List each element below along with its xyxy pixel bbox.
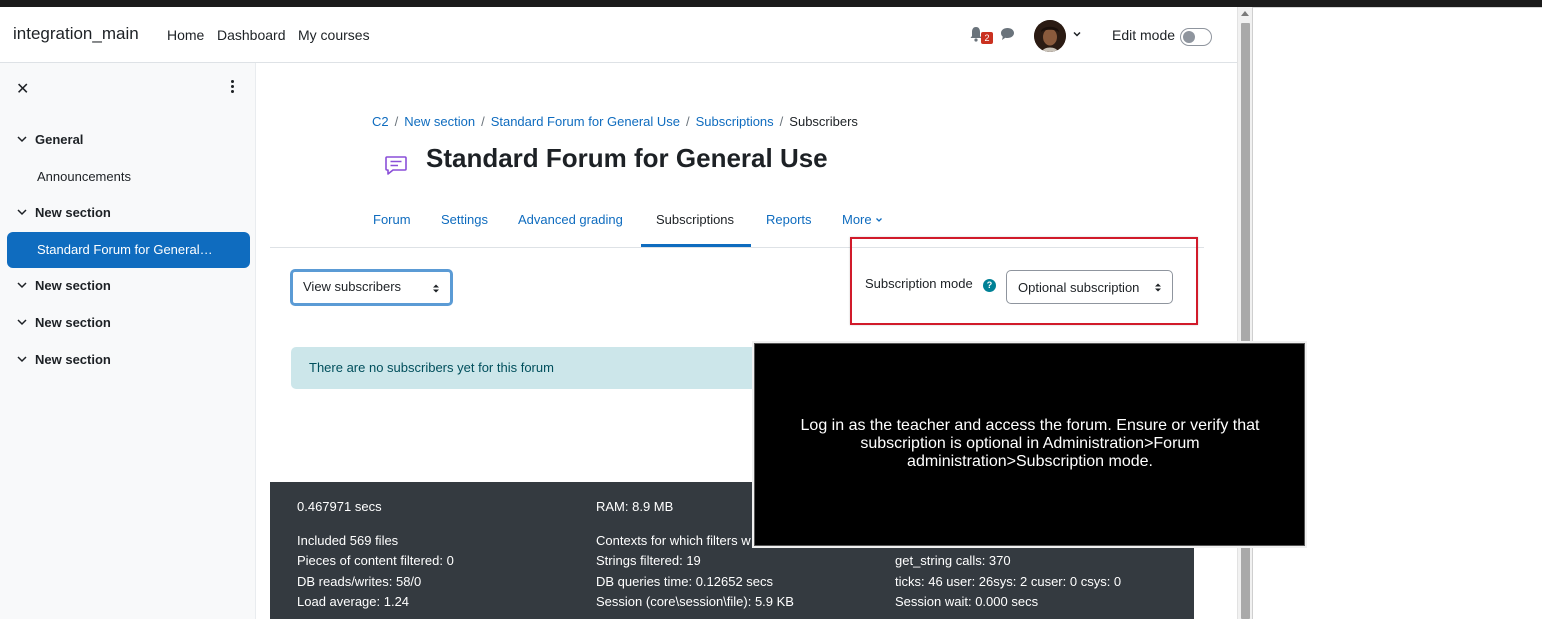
- help-icon[interactable]: ?: [983, 279, 996, 292]
- breadcrumb-subscriptions-link[interactable]: Subscriptions: [696, 114, 774, 129]
- browser-top-strip: [0, 0, 1542, 7]
- perf-contexts: Contexts for which filters w: [596, 533, 751, 548]
- activity-standard-forum-active[interactable]: Standard Forum for General…: [7, 232, 250, 268]
- breadcrumb-separator: /: [481, 114, 485, 129]
- section-label: General: [35, 132, 84, 147]
- perf-load-average: Load average: 1.24: [297, 594, 410, 609]
- chevron-down-icon[interactable]: [16, 134, 28, 144]
- perf-ticks: ticks: 46 user: 26sys: 2 cuser: 0 csys: …: [895, 574, 1122, 589]
- chevron-down-icon[interactable]: [16, 207, 28, 217]
- edit-mode-label: Edit mode: [1112, 27, 1176, 43]
- subscription-mode-label: Subscription mode: [865, 276, 973, 291]
- edit-mode-toggle[interactable]: [1180, 28, 1212, 46]
- user-avatar-image: [1034, 20, 1066, 52]
- notification-count-badge: 2: [981, 32, 993, 44]
- view-subscribers-select[interactable]: View subscribers: [290, 269, 453, 306]
- section-new-4[interactable]: New section: [16, 352, 111, 367]
- chevron-down-icon[interactable]: [16, 280, 28, 290]
- perf-session-wait: Session wait: 0.000 secs: [895, 594, 1039, 609]
- section-new-1[interactable]: New section: [16, 205, 111, 220]
- perf-strings-filtered: Strings filtered: 19: [596, 553, 701, 568]
- breadcrumb-current: Subscribers: [789, 114, 858, 129]
- section-label: New section: [35, 278, 111, 293]
- perf-session-size: Session (core\session\file): 5.9 KB: [596, 594, 794, 609]
- section-label: New section: [35, 352, 111, 367]
- tab-reports[interactable]: Reports: [766, 212, 812, 227]
- select-updown-icon: [1155, 283, 1161, 292]
- perf-content-filtered: Pieces of content filtered: 0: [297, 553, 454, 568]
- forum-activity-icon: [385, 156, 407, 175]
- messages-icon[interactable]: [1000, 27, 1015, 41]
- perf-db-rw: DB reads/writes: 58/0: [297, 574, 422, 589]
- instruction-text: Log in as the teacher and access the for…: [800, 417, 1260, 470]
- user-avatar[interactable]: [1034, 20, 1066, 52]
- course-index-drawer: ✕ General Announcements New section Stan…: [0, 63, 256, 619]
- active-tab-indicator: [641, 244, 751, 247]
- close-drawer-icon[interactable]: ✕: [16, 79, 29, 99]
- breadcrumb-course-link[interactable]: C2: [372, 114, 389, 129]
- user-menu-chevron-down-icon[interactable]: [1072, 29, 1082, 39]
- chevron-down-icon: [876, 218, 883, 222]
- site-name[interactable]: integration_main: [13, 24, 139, 44]
- breadcrumb-separator: /: [686, 114, 690, 129]
- nav-dashboard-link[interactable]: Dashboard: [217, 27, 286, 43]
- tab-settings[interactable]: Settings: [441, 212, 488, 227]
- section-label: New section: [35, 315, 111, 330]
- pane-divider: [1253, 7, 1542, 8]
- nav-my-courses-link[interactable]: My courses: [298, 27, 370, 43]
- breadcrumb-forum-link[interactable]: Standard Forum for General Use: [491, 114, 680, 129]
- top-navbar: integration_main Home Dashboard My cours…: [0, 7, 1237, 63]
- subscription-mode-select[interactable]: Optional subscription: [1006, 270, 1173, 304]
- section-new-3[interactable]: New section: [16, 315, 111, 330]
- chevron-down-icon[interactable]: [16, 354, 28, 364]
- breadcrumb: C2 / New section / Standard Forum for Genera…: [372, 114, 858, 129]
- perf-time: 0.467971 secs: [297, 499, 382, 514]
- tab-advanced-grading[interactable]: Advanced grading: [518, 212, 623, 227]
- section-general[interactable]: General: [16, 132, 83, 147]
- view-select-value: View subscribers: [303, 279, 402, 294]
- subscription-mode-value: Optional subscription: [1018, 280, 1140, 295]
- perf-ram: RAM: 8.9 MB: [596, 499, 674, 514]
- chevron-down-icon[interactable]: [16, 317, 28, 327]
- tab-more-label: More: [842, 212, 872, 227]
- no-subscribers-alert: There are no subscribers yet for this fo…: [291, 347, 761, 389]
- drawer-options-kebab-icon[interactable]: [229, 79, 235, 95]
- tab-subscriptions[interactable]: Subscriptions: [656, 212, 734, 227]
- scroll-up-arrow-icon[interactable]: [1241, 11, 1249, 16]
- tab-forum[interactable]: Forum: [373, 212, 411, 227]
- breadcrumb-separator: /: [394, 114, 399, 129]
- activity-announcements[interactable]: Announcements: [37, 169, 131, 184]
- tab-more[interactable]: More: [842, 212, 883, 227]
- perf-get-string-calls: get_string calls: 370: [895, 553, 1011, 568]
- toggle-knob: [1183, 31, 1195, 43]
- nav-home-link[interactable]: Home: [167, 27, 204, 43]
- section-new-2[interactable]: New section: [16, 278, 111, 293]
- perf-db-queries-time: DB queries time: 0.12652 secs: [596, 574, 774, 589]
- section-label: New section: [35, 205, 111, 220]
- select-updown-icon: [433, 284, 439, 293]
- breadcrumb-separator: /: [779, 114, 784, 129]
- instruction-overlay: Log in as the teacher and access the for…: [754, 343, 1305, 546]
- breadcrumb-section-link[interactable]: New section: [404, 114, 475, 129]
- perf-files: Included 569 files: [297, 533, 399, 548]
- page-title: Standard Forum for General Use: [426, 143, 828, 173]
